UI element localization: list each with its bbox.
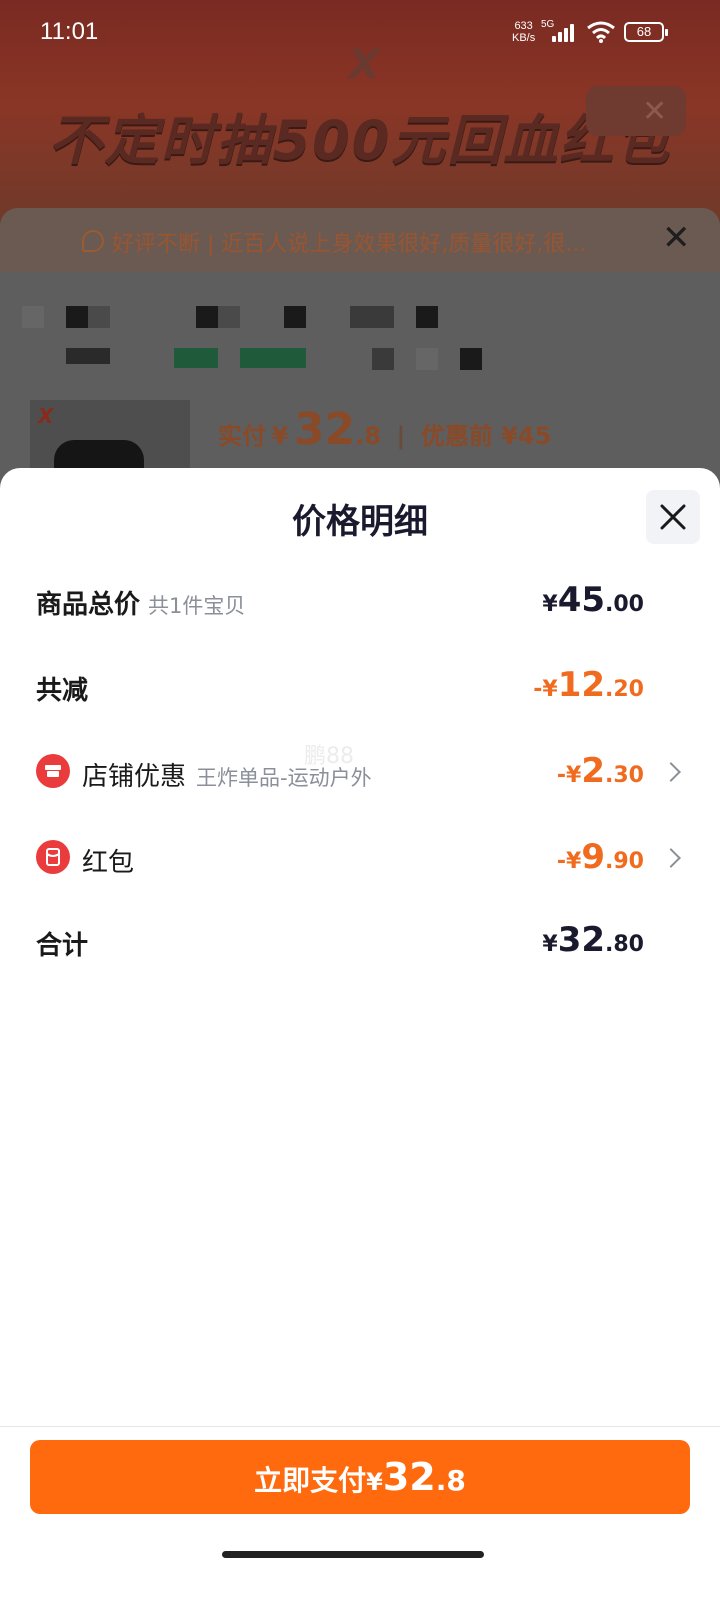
price-int: 32 [293,404,356,455]
store-discount-label: 店铺优惠 王炸单品-运动户外 [82,756,372,793]
pay-dec: .8 [435,1464,466,1497]
product-thumbnails [22,300,702,380]
pay-yen: ¥ [366,1468,383,1496]
product-brand-logo: X [38,404,54,428]
discount-total-dec: .20 [605,677,644,702]
status-bar: 11:01 633 KB/s 5G 68 [0,0,720,60]
review-close-icon[interactable]: ✕ [662,220,691,256]
sheet-close-button[interactable] [646,490,700,544]
total-amount: ¥32.80 [542,920,644,960]
store-discount-int: 2 [581,751,606,791]
subtotal-int: 45 [557,580,606,620]
store-discount-dec: .30 [605,763,644,788]
pay-int: 32 [382,1455,436,1499]
red-packet-icon [36,840,70,874]
discount-total-amount: -¥12.20 [533,665,644,705]
status-time: 11:01 [40,18,99,45]
price-separator: | [396,422,406,450]
banner-close-button[interactable]: ✕ [586,86,686,136]
wifi-icon [586,20,616,44]
total-yen: ¥ [542,932,558,957]
store-discount-amount: -¥2.30 [557,751,644,791]
price-detail-sheet [0,468,720,1600]
red-packet-yen: -¥ [556,849,582,874]
background-price: 实付 ¥ 32.8 | 优惠前 ¥45 [218,404,551,455]
pay-label: 立即支付 [254,1464,367,1497]
subtotal-title: 商品总价 [36,590,141,620]
subtotal-count: 共1件宝贝 [148,594,246,618]
sheet-title: 价格明细 [292,502,428,542]
discount-total-int: 12 [557,665,606,705]
signal-icon [552,24,578,42]
close-icon [660,504,686,530]
speech-bubble-icon [82,230,104,252]
price-dec: .8 [355,422,381,450]
store-discount-yen: -¥ [556,763,582,788]
red-packet-amount: -¥9.90 [557,837,644,877]
price-label: 实付 [218,422,266,450]
store-discount-desc: 王炸单品-运动户外 [196,766,372,790]
total-dec: .80 [605,932,644,957]
store-icon [36,754,70,788]
net-speed: 633 KB/s [512,20,535,44]
subtotal-dec: .00 [605,592,644,617]
subtotal-amount: ¥45.00 [542,580,644,620]
battery-icon: 68 [624,22,668,42]
subtotal-yen: ¥ [542,592,558,617]
red-packet-dec: .90 [605,849,644,874]
net-speed-unit: KB/s [512,32,536,44]
subtotal-label: 商品总价 共1件宝贝 [36,584,245,621]
price-yen: ¥ [271,422,289,450]
original-price: 优惠前 ¥45 [420,422,552,450]
total-label: 合计 [36,931,89,961]
close-icon: ✕ [642,94,668,129]
bottom-divider [0,1426,720,1427]
discount-total-yen: -¥ [533,677,558,702]
net-speed-value: 633 [514,20,533,32]
total-int: 32 [557,920,606,960]
red-packet-label: 红包 [82,848,135,878]
store-discount-title: 店铺优惠 [82,762,187,792]
review-text: 好评不断 | 近百人说上身效果很好,质量很好,很... [112,232,587,257]
red-packet-int: 9 [581,837,606,877]
discount-total-label: 共减 [36,676,89,706]
pay-now-button[interactable]: 立即支付¥32.8 [30,1440,690,1514]
home-indicator[interactable] [222,1551,484,1558]
